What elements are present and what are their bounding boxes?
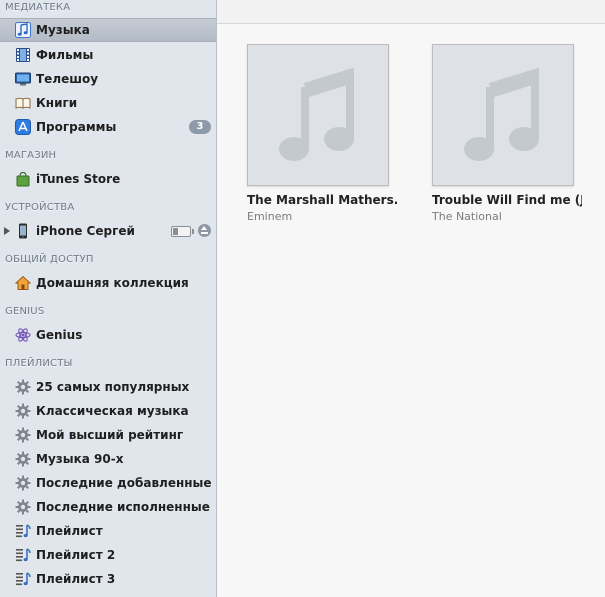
section-header-playlists: ПЛЕЙЛИСТЫ — [5, 358, 73, 369]
sidebar-item-label: Genius — [36, 328, 83, 342]
sidebar-item-label: Классическая музыка — [36, 404, 189, 418]
sidebar-item-playlist[interactable]: 25 самых популярных — [0, 375, 216, 399]
playlist-icon — [15, 547, 31, 563]
smart-playlist-gear-icon — [15, 403, 31, 419]
shopping-bag-icon — [15, 171, 31, 187]
sidebar-item-playlist[interactable]: Плейлист 3 — [0, 567, 216, 591]
music-note-placeholder-icon — [464, 67, 539, 161]
sidebar-item-iphone[interactable]: iPhone Сергей — [0, 219, 216, 243]
section-header-devices: УСТРОЙСТВА — [5, 202, 75, 213]
sidebar-item-movies[interactable]: Фильмы — [0, 43, 216, 67]
genius-atom-icon — [15, 327, 31, 343]
section-header-library: МЕДИАТЕКА — [5, 2, 71, 13]
sidebar-item-music[interactable]: Музыка — [0, 18, 216, 42]
sidebar: МЕДИАТЕКА Музыка Фильмы Телешоу Книги Пр… — [0, 0, 217, 597]
smart-playlist-gear-icon — [15, 379, 31, 395]
sidebar-item-playlist[interactable]: Музыка 90-х — [0, 447, 216, 471]
sidebar-item-label: Музыка 90-х — [36, 452, 124, 466]
content-header-bar — [217, 0, 605, 24]
section-header-genius: GENIUS — [5, 306, 45, 317]
album-artist[interactable]: Eminem — [247, 210, 397, 223]
smart-playlist-gear-icon — [15, 427, 31, 443]
sidebar-item-label: Книги — [36, 96, 78, 110]
album-title[interactable]: The Marshall Mathers... — [247, 193, 397, 207]
music-note-placeholder-icon — [279, 67, 354, 161]
sidebar-item-home-sharing[interactable]: Домашняя коллекция — [0, 271, 216, 295]
smart-playlist-gear-icon — [15, 451, 31, 467]
music-note-icon — [15, 22, 31, 38]
sidebar-item-label: Телешоу — [36, 72, 99, 86]
battery-icon — [171, 226, 194, 237]
smart-playlist-gear-icon — [15, 499, 31, 515]
sidebar-item-label: Музыка — [36, 23, 90, 37]
sidebar-item-label: Плейлист 3 — [36, 572, 116, 586]
sidebar-item-playlist[interactable]: Мой высший рейтинг — [0, 423, 216, 447]
home-icon — [14, 275, 32, 291]
sidebar-item-itunes-store[interactable]: iTunes Store — [0, 167, 216, 191]
sidebar-item-label: 25 самых популярных — [36, 380, 190, 394]
sidebar-item-label: Плейлист 2 — [36, 548, 116, 562]
sidebar-item-label: Мой высший рейтинг — [36, 428, 184, 442]
sidebar-item-label: Последние исполненные — [36, 500, 210, 514]
sidebar-item-label: Фильмы — [36, 48, 94, 62]
playlist-icon — [15, 571, 31, 587]
album-tile[interactable]: Trouble Will Find me (J... The National — [432, 44, 582, 223]
sidebar-item-label: Плейлист — [36, 524, 103, 538]
main-content: The Marshall Mathers... Eminem Trouble W… — [217, 0, 605, 597]
iphone-icon — [15, 223, 31, 239]
album-title[interactable]: Trouble Will Find me (J... — [432, 193, 582, 207]
sidebar-item-tv-shows[interactable]: Телешоу — [0, 67, 216, 91]
sidebar-item-playlist[interactable]: Классическая музыка — [0, 399, 216, 423]
sidebar-item-label: iPhone Сергей — [36, 224, 135, 238]
smart-playlist-gear-icon — [15, 475, 31, 491]
sidebar-item-label: Последние добавленные — [36, 476, 212, 490]
sidebar-item-books[interactable]: Книги — [0, 91, 216, 115]
sidebar-item-genius[interactable]: Genius — [0, 323, 216, 347]
playlist-icon — [15, 523, 31, 539]
section-header-store: МАГАЗИН — [5, 150, 57, 161]
book-icon — [15, 95, 31, 111]
album-artwork-placeholder[interactable] — [432, 44, 574, 186]
album-artwork-placeholder[interactable] — [247, 44, 389, 186]
sidebar-item-playlist[interactable]: Плейлист 2 — [0, 543, 216, 567]
sidebar-item-playlist[interactable]: Плейлист — [0, 519, 216, 543]
sidebar-item-apps[interactable]: Программы 3 — [0, 115, 216, 139]
sidebar-item-label: iTunes Store — [36, 172, 121, 186]
eject-icon[interactable] — [198, 224, 211, 237]
sidebar-item-playlist[interactable]: Последние добавленные — [0, 471, 216, 495]
sidebar-item-label: Программы — [36, 120, 117, 134]
tv-icon — [15, 71, 31, 87]
count-badge: 3 — [189, 120, 211, 134]
disclosure-triangle-icon[interactable] — [4, 227, 10, 235]
film-icon — [15, 47, 31, 63]
sidebar-item-label: Домашняя коллекция — [36, 276, 189, 290]
album-artist[interactable]: The National — [432, 210, 582, 223]
album-tile[interactable]: The Marshall Mathers... Eminem — [247, 44, 397, 223]
sidebar-item-playlist[interactable]: Последние исполненные — [0, 495, 216, 519]
app-store-icon — [15, 119, 31, 135]
section-header-sharing: ОБЩИЙ ДОСТУП — [5, 254, 94, 265]
